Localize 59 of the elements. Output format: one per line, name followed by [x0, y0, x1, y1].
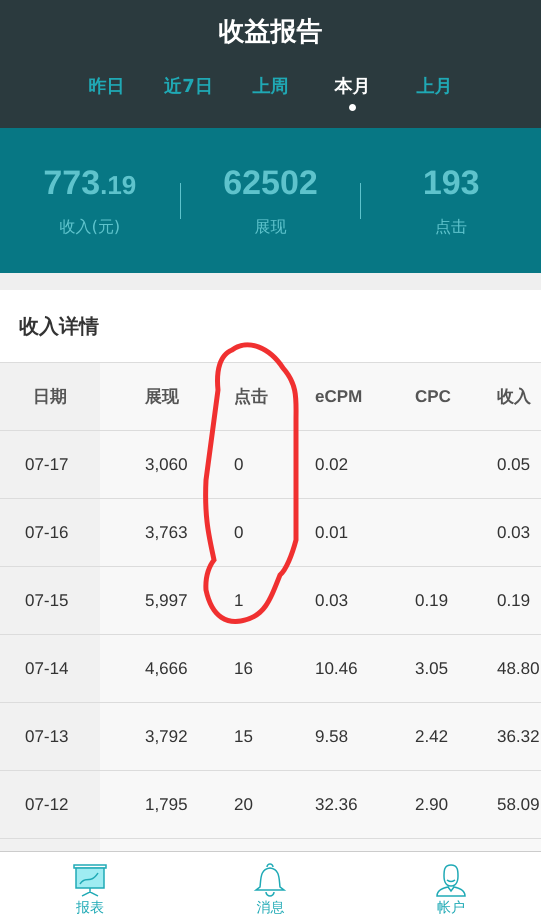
income-cell: 0.19	[497, 590, 530, 610]
income-cell: 0.03	[497, 522, 530, 542]
stat-value: 193	[422, 164, 480, 202]
income-cell: 48.80	[497, 658, 540, 678]
cpc-cell: 2.42	[415, 726, 448, 746]
person-icon	[434, 863, 468, 897]
cpc-cell: 0.19	[415, 590, 448, 610]
views-cell: 5,997	[145, 590, 188, 610]
clicks-cell: 0	[234, 454, 244, 474]
ecpm-cell: 0.02	[315, 454, 348, 474]
column-header: CPC	[415, 386, 451, 406]
clicks-cell: 1	[234, 590, 244, 610]
views-cell: 3,792	[145, 726, 188, 746]
views-cell: 4,666	[145, 658, 188, 678]
stat-label: 收入(元)	[60, 216, 120, 238]
ecpm-cell: 32.36	[315, 794, 358, 814]
period-tab[interactable]: 近7日	[148, 74, 230, 111]
column-header: 展现	[145, 386, 179, 408]
income-cell: 0.05	[497, 454, 530, 474]
period-tab[interactable]: 昨日	[66, 74, 148, 111]
clicks-cell: 0	[234, 522, 244, 542]
stat-value: 773.19	[43, 164, 136, 202]
income-cell: 58.09	[497, 794, 540, 814]
column-header: 收入	[497, 386, 531, 408]
ecpm-cell: 0.03	[315, 590, 348, 610]
date-cell: 07-14	[25, 658, 68, 678]
nav-item[interactable]: 帐户	[360, 852, 541, 915]
column-header: 日期	[33, 386, 67, 408]
views-cell: 3,763	[145, 522, 188, 542]
column-header: 点击	[234, 386, 268, 408]
date-cell: 07-15	[25, 590, 68, 610]
views-cell: 1,795	[145, 794, 188, 814]
date-cell: 07-12	[25, 794, 68, 814]
column-header: eCPM	[315, 386, 362, 406]
clicks-cell: 20	[234, 794, 253, 814]
date-cell: 07-17	[25, 454, 68, 474]
clicks-cell: 15	[234, 726, 253, 746]
period-tab[interactable]: 上周	[230, 74, 312, 111]
stat-label: 展现	[254, 216, 286, 238]
stat-label: 点击	[435, 216, 468, 238]
stat-value: 62502	[223, 164, 318, 202]
section-title: 收入详情	[19, 312, 99, 340]
ecpm-cell: 0.01	[315, 522, 348, 542]
ecpm-cell: 9.58	[315, 726, 348, 746]
chart-board-icon	[72, 863, 108, 897]
bell-icon	[253, 863, 288, 897]
page-title: 收益报告	[218, 16, 322, 49]
nav-item[interactable]: 报表	[0, 852, 180, 915]
income-cell: 36.32	[497, 726, 540, 746]
date-cell: 07-16	[25, 522, 68, 542]
period-tab[interactable]: 上月	[394, 74, 476, 111]
cpc-cell: 2.90	[415, 794, 448, 814]
clicks-cell: 16	[234, 658, 253, 678]
views-cell: 3,060	[145, 454, 188, 474]
ecpm-cell: 10.46	[315, 658, 358, 678]
cpc-cell: 3.05	[415, 658, 448, 678]
nav-item[interactable]: 消息	[180, 852, 361, 915]
date-cell: 07-13	[25, 726, 68, 746]
period-tab[interactable]: 本月	[312, 74, 394, 111]
